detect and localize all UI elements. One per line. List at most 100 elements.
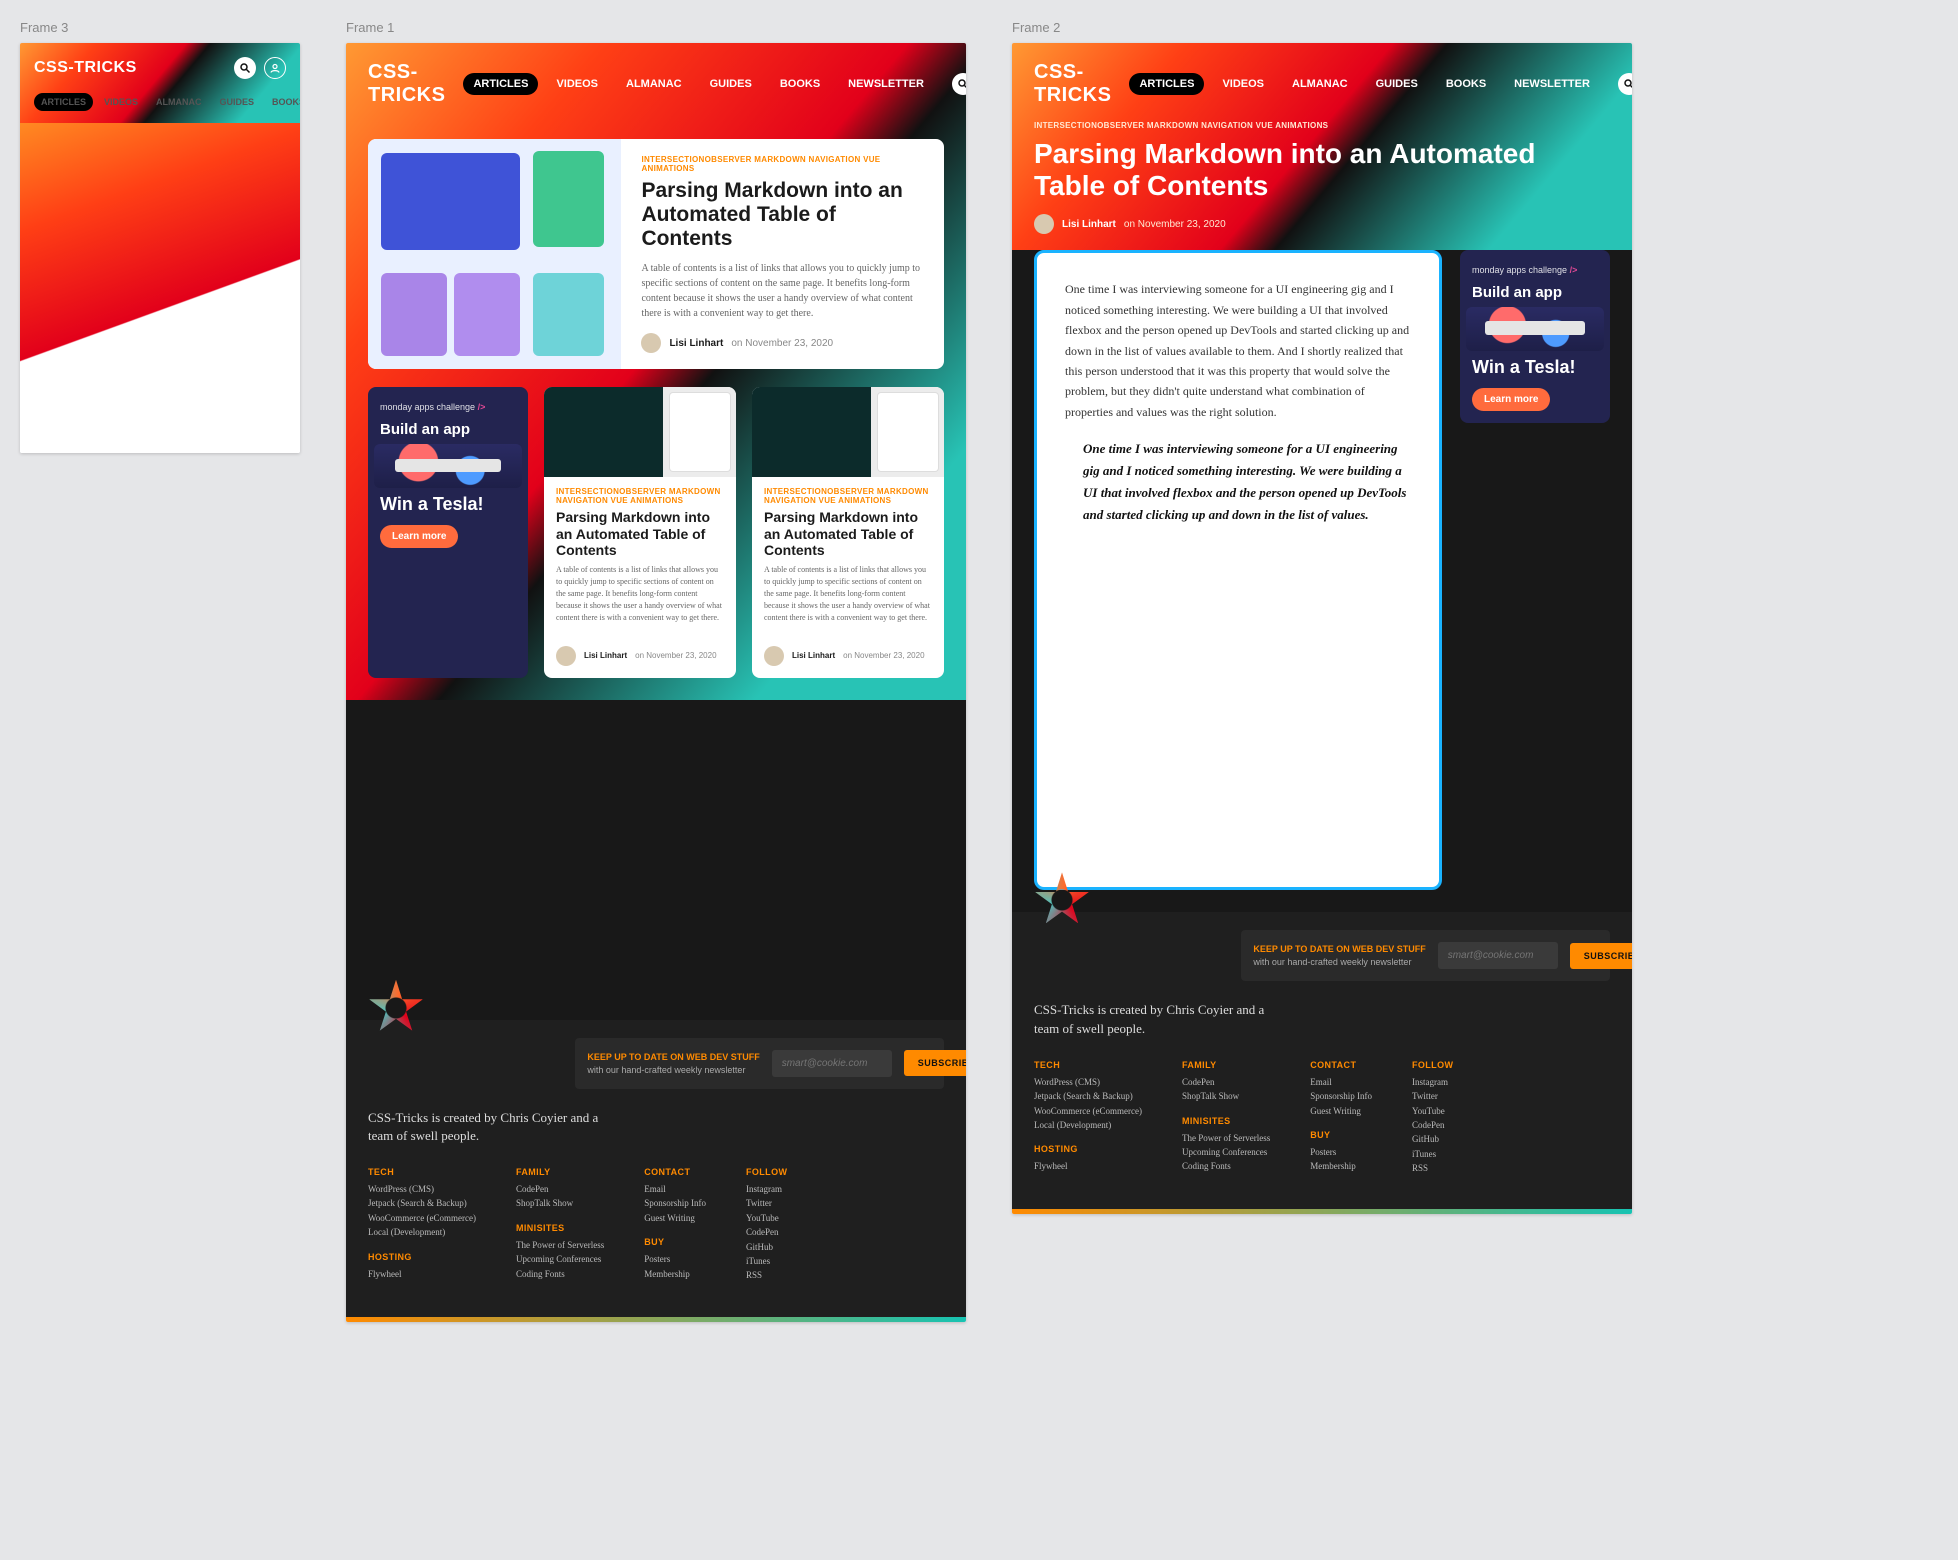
footer-link[interactable]: Jetpack (Search & Backup) (1034, 1089, 1142, 1103)
nav-newsletter[interactable]: NEWSLETTER (838, 73, 934, 95)
featured-card[interactable]: INTERSECTIONOBSERVER MARKDOWN NAVIGATION… (368, 139, 944, 369)
footer-link[interactable]: WooCommerce (eCommerce) (368, 1211, 476, 1225)
newsletter-input[interactable] (772, 1050, 892, 1077)
post-date: on November 23, 2020 (1124, 219, 1226, 230)
nav-videos[interactable]: VIDEOS (1212, 73, 1274, 95)
nav-almanac[interactable]: ALMANAC (616, 73, 692, 95)
newsletter-box: KEEP UP TO DATE ON WEB DEV STUFF with ou… (575, 1038, 944, 1089)
subscribe-button[interactable]: SUBSCRIBE (904, 1050, 966, 1076)
nav-articles[interactable]: ARTICLES (463, 73, 538, 95)
footer-link[interactable]: Guest Writing (644, 1211, 706, 1225)
footer-link[interactable]: Local (Development) (1034, 1118, 1142, 1132)
subscribe-button[interactable]: SUBSCRIBE (1570, 943, 1632, 969)
search-icon[interactable] (952, 73, 966, 95)
footer-link[interactable]: GitHub (746, 1240, 787, 1254)
footer-link[interactable]: ShopTalk Show (1182, 1089, 1270, 1103)
sponsor-ad[interactable]: monday apps challenge /> Build an app Wi… (368, 387, 528, 677)
nav-guides[interactable]: GUIDES (1366, 73, 1428, 95)
footer-link[interactable]: Flywheel (1034, 1159, 1142, 1173)
footer-link[interactable]: Flywheel (368, 1267, 476, 1281)
newsletter-input[interactable] (1438, 942, 1558, 969)
nav-videos[interactable]: VIDEOS (546, 73, 608, 95)
search-icon[interactable] (1618, 73, 1632, 95)
frame-3: Frame 3 CSS-TRICKS ARTICLES VIDEOS ALMAN… (20, 20, 300, 453)
author-name[interactable]: Lisi Linhart (669, 338, 723, 349)
article-card[interactable]: INTERSECTIONOBSERVER MARKDOWN NAVIGATION… (544, 387, 736, 677)
footer-heading-tech: TECH (368, 1167, 476, 1177)
site-logo[interactable]: CSS-TRICKS (368, 61, 445, 107)
nav-guides[interactable]: GUIDES (700, 73, 762, 95)
footer-link[interactable]: Email (644, 1182, 706, 1196)
nav-newsletter[interactable]: NEWSLETTER (1504, 73, 1600, 95)
footer-link[interactable]: Sponsorship Info (644, 1196, 706, 1210)
footer-link[interactable]: iTunes (1412, 1147, 1453, 1161)
ad-cta[interactable]: Learn more (380, 525, 458, 548)
footer-link[interactable]: CodePen (1412, 1118, 1453, 1132)
footer-link[interactable]: Posters (1310, 1145, 1372, 1159)
footer-link[interactable]: Local (Development) (368, 1225, 476, 1239)
footer-link[interactable]: Twitter (1412, 1089, 1453, 1103)
footer-link[interactable]: Twitter (746, 1196, 787, 1210)
article-card[interactable]: INTERSECTIONOBSERVER MARKDOWN NAVIGATION… (752, 387, 944, 677)
footer-link[interactable]: CodePen (516, 1182, 604, 1196)
footer-link[interactable]: Membership (1310, 1159, 1372, 1173)
footer-columns: TECH WordPress (CMS)Jetpack (Search & Bac… (368, 1167, 944, 1295)
footer-link[interactable]: YouTube (1412, 1104, 1453, 1118)
site-logo[interactable]: CSS-TRICKS (1034, 61, 1111, 107)
footer-link[interactable]: The Power of Serverless (1182, 1131, 1270, 1145)
post-title[interactable]: Parsing Markdown into an Automated Table… (641, 179, 924, 251)
nav-articles[interactable]: ARTICLES (34, 93, 93, 111)
footer-link[interactable]: CodePen (746, 1225, 787, 1239)
ad-illustration (1466, 307, 1604, 351)
footer-link[interactable]: iTunes (746, 1254, 787, 1268)
site-logo[interactable]: CSS-TRICKS (34, 59, 137, 77)
footer-link[interactable]: Upcoming Conferences (1182, 1145, 1270, 1159)
footer-link[interactable]: RSS (1412, 1161, 1453, 1175)
author-name[interactable]: Lisi Linhart (1062, 219, 1116, 230)
card-thumb (544, 387, 736, 477)
footer-link[interactable]: Membership (644, 1267, 706, 1281)
nav-guides[interactable]: GUIDES (213, 93, 262, 111)
footer-link[interactable]: Sponsorship Info (1310, 1089, 1372, 1103)
footer-link[interactable]: WordPress (CMS) (368, 1182, 476, 1196)
footer-link[interactable]: Email (1310, 1075, 1372, 1089)
footer-link[interactable]: Instagram (1412, 1075, 1453, 1089)
nav-almanac[interactable]: ALMANAC (149, 93, 209, 111)
nav-books[interactable]: BOOKS (1436, 73, 1496, 95)
ad-cta[interactable]: Learn more (1472, 388, 1550, 411)
newsletter-heading: KEEP UP TO DATE ON WEB DEV STUFF (587, 1052, 759, 1062)
footer-link[interactable]: Coding Fonts (1182, 1159, 1270, 1173)
footer-link[interactable]: RSS (746, 1268, 787, 1282)
post-tags[interactable]: INTERSECTIONOBSERVER MARKDOWN NAVIGATION… (641, 155, 924, 173)
footer-link[interactable]: Coding Fonts (516, 1267, 604, 1281)
footer-link[interactable]: Instagram (746, 1182, 787, 1196)
footer-link[interactable]: Upcoming Conferences (516, 1252, 604, 1266)
nav-almanac[interactable]: ALMANAC (1282, 73, 1358, 95)
sponsor-ad[interactable]: monday apps challenge /> Build an app Wi… (1460, 250, 1610, 423)
account-icon[interactable] (264, 57, 286, 79)
nav-books[interactable]: BOOKS (770, 73, 830, 95)
footer-link[interactable]: WordPress (CMS) (1034, 1075, 1142, 1089)
search-icon[interactable] (234, 57, 256, 79)
nav-articles[interactable]: ARTICLES (1129, 73, 1204, 95)
footer-link[interactable]: GitHub (1412, 1132, 1453, 1146)
footer-link[interactable]: ShopTalk Show (516, 1196, 604, 1210)
footer-link[interactable]: Jetpack (Search & Backup) (368, 1196, 476, 1210)
card-thumb (752, 387, 944, 477)
footer-link[interactable]: YouTube (746, 1211, 787, 1225)
footer-heading-buy: BUY (644, 1237, 706, 1247)
site-footer: KEEP UP TO DATE ON WEB DEV STUFF with ou… (1012, 912, 1632, 1209)
ad-illustration (374, 444, 522, 488)
footer-link[interactable]: Guest Writing (1310, 1104, 1372, 1118)
frame-label: Frame 3 (20, 20, 300, 35)
nav-videos[interactable]: VIDEOS (97, 93, 145, 111)
nav-books[interactable]: BOOKS (265, 93, 300, 111)
primary-nav: ARTICLES VIDEOS ALMANAC GUIDES BOOKS NEW… (463, 73, 934, 95)
newsletter-sub: with our hand-crafted weekly newsletter (587, 1065, 759, 1075)
post-tags[interactable]: INTERSECTIONOBSERVER MARKDOWN NAVIGATION… (1034, 121, 1610, 130)
footer-link[interactable]: Posters (644, 1252, 706, 1266)
footer-heading-tech: TECH (1034, 1060, 1142, 1070)
footer-link[interactable]: CodePen (1182, 1075, 1270, 1089)
footer-link[interactable]: The Power of Serverless (516, 1238, 604, 1252)
footer-link[interactable]: WooCommerce (eCommerce) (1034, 1104, 1142, 1118)
